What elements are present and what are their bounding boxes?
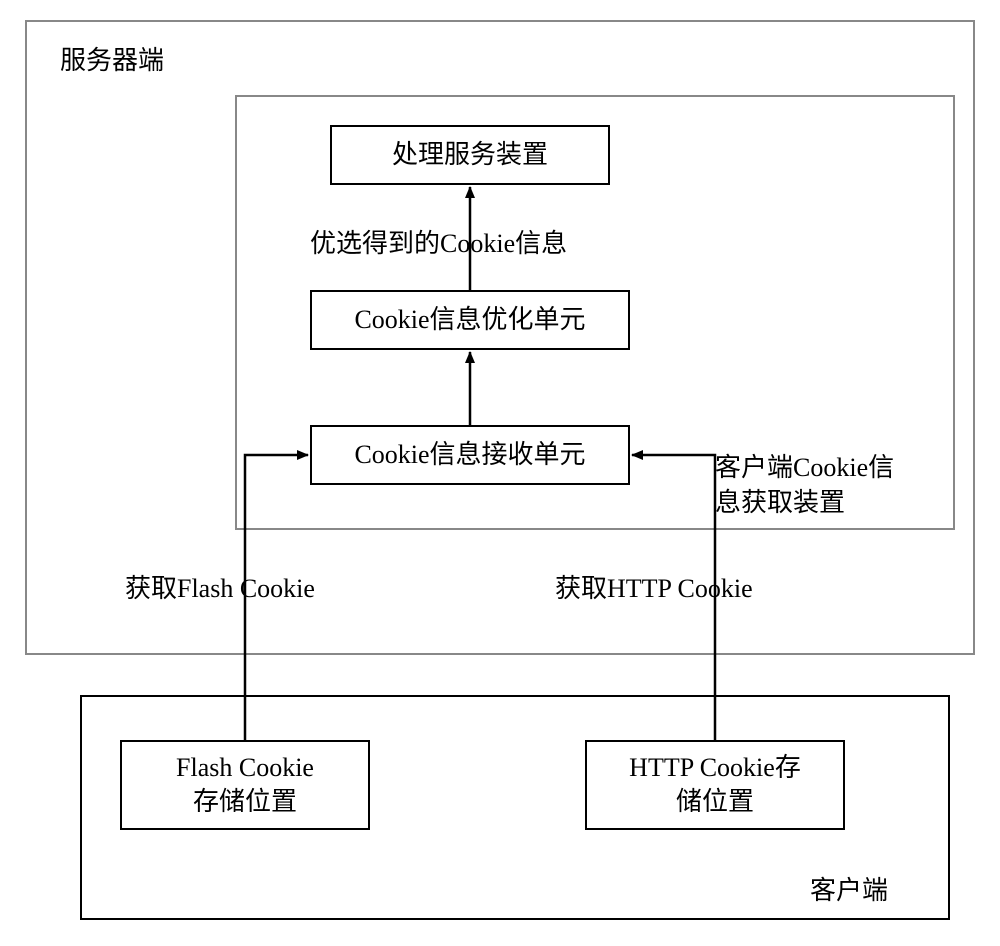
http-cookie-storage-text: HTTP Cookie存 储位置 [629,751,801,819]
cookie-receive-unit-text: Cookie信息接收单元 [354,438,585,472]
cookie-optimization-unit-box: Cookie信息优化单元 [310,290,630,350]
flash-cookie-storage-text: Flash Cookie 存储位置 [176,751,314,819]
processing-service-text: 处理服务装置 [392,138,548,172]
http-cookie-storage-box: HTTP Cookie存 储位置 [585,740,845,830]
client-label: 客户端 [810,870,888,907]
cookie-receive-unit-box: Cookie信息接收单元 [310,425,630,485]
get-flash-cookie-label: 获取Flash Cookie [125,568,315,605]
server-label: 服务器端 [60,40,164,77]
processing-service-box: 处理服务装置 [330,125,610,185]
client-cookie-device-label: 客户端Cookie信 息获取装置 [715,450,894,520]
preferred-cookie-info-label: 优选得到的Cookie信息 [310,223,567,260]
cookie-optimization-unit-text: Cookie信息优化单元 [354,303,585,337]
flash-cookie-storage-box: Flash Cookie 存储位置 [120,740,370,830]
get-http-cookie-label: 获取HTTP Cookie [555,568,753,605]
